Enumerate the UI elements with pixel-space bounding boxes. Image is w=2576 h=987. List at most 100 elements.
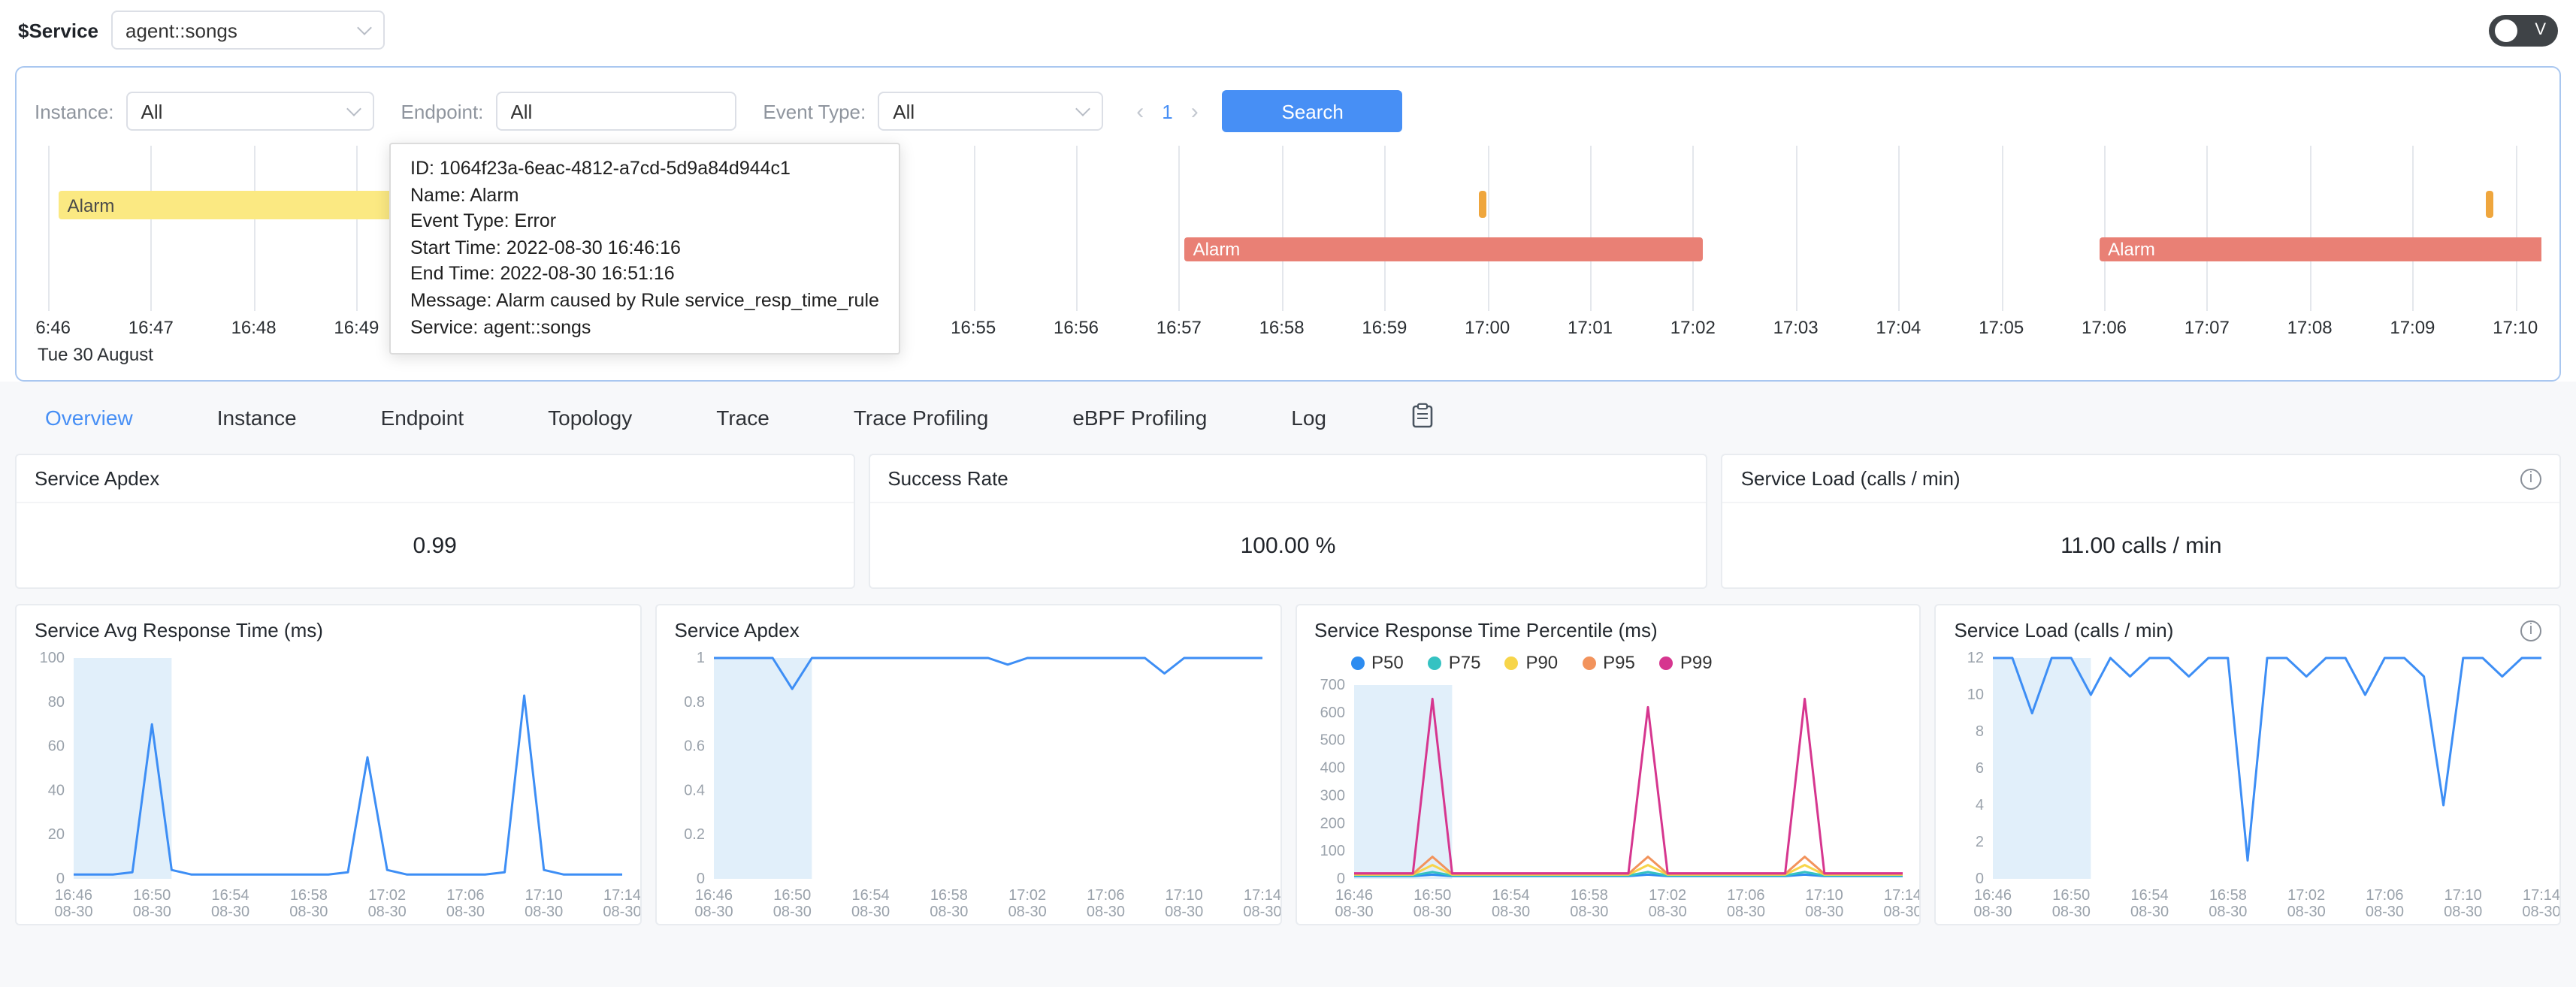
tab-ebpf-profiling[interactable]: eBPF Profiling (1072, 406, 1207, 430)
chart-canvas[interactable]: 00.20.40.60.8116:4608-3016:5008-3016:540… (657, 646, 1280, 924)
endpoint-filter-label: Endpoint: (401, 100, 484, 122)
chart-canvas[interactable]: 02040608010016:4608-3016:5008-3016:5408-… (17, 646, 640, 924)
legend-dot-icon (1582, 656, 1595, 669)
tab-trace-profiling[interactable]: Trace Profiling (854, 406, 989, 430)
svg-text:17:0608-30: 17:0608-30 (1726, 887, 1764, 920)
timeline-gridline (2310, 146, 2311, 311)
tooltip-name-line: Name: Alarm (410, 183, 879, 209)
svg-text:16:5408-30: 16:5408-30 (2130, 887, 2169, 920)
event-tick[interactable] (2486, 191, 2493, 218)
chevron-down-icon (346, 101, 361, 116)
tab-trace[interactable]: Trace (716, 406, 769, 430)
chart-card-service-apdex: Service Apdex 00.20.40.60.8116:4608-3016… (655, 604, 1282, 925)
instance-filter-label: Instance: (35, 100, 114, 122)
chart-avg-response-time[interactable]: 02040608010016:4608-3016:5008-3016:5408-… (17, 646, 640, 924)
event-bar[interactable]: Alarm (2099, 237, 2541, 261)
legend-item[interactable]: P90 (1504, 652, 1558, 673)
svg-text:16:5408-30: 16:5408-30 (1491, 887, 1529, 920)
svg-text:17:0608-30: 17:0608-30 (2366, 887, 2404, 920)
chart-service-apdex[interactable]: 00.20.40.60.8116:4608-3016:5008-3016:540… (657, 646, 1280, 924)
legend-item[interactable]: P99 (1659, 652, 1713, 673)
timeline-gridline (973, 146, 975, 311)
timeline-gridline (1384, 146, 1386, 311)
timeline-gridline (1282, 146, 1283, 311)
timeline-axis-label: 17:10 (2493, 317, 2538, 338)
service-select[interactable]: agent::songs (110, 11, 384, 50)
version-toggle[interactable]: V (2489, 14, 2558, 46)
endpoint-input[interactable] (495, 92, 736, 131)
tooltip-message-line: Message: Alarm caused by Rule service_re… (410, 288, 879, 315)
instance-select[interactable]: All (126, 92, 374, 131)
timeline-gridline (1076, 146, 1078, 311)
svg-text:2: 2 (1976, 834, 1984, 850)
page-number[interactable]: 1 (1162, 100, 1172, 122)
event-panel: Instance: All Endpoint: Event Type: All … (15, 66, 2561, 382)
timeline-gridline (2001, 146, 2003, 311)
prev-page-icon[interactable]: ‹ (1136, 100, 1144, 122)
svg-text:16:5008-30: 16:5008-30 (1413, 887, 1451, 920)
timeline-axis-label: 16:55 (951, 317, 996, 338)
svg-text:0.6: 0.6 (684, 738, 705, 755)
chart-title: Service Avg Response Time (ms) (35, 619, 323, 641)
svg-text:16:5408-30: 16:5408-30 (851, 887, 889, 920)
tooltip-id-line: ID: 1064f23a-6eac-4812-a7cd-5d9a84d944c1 (410, 156, 879, 183)
tab-instance[interactable]: Instance (217, 406, 297, 430)
tooltip-service-line: Service: agent::songs (410, 315, 879, 341)
event-filter-row: Instance: All Endpoint: Event Type: All … (35, 80, 2541, 143)
event-tick[interactable] (1478, 191, 1486, 218)
tab-overview[interactable]: Overview (45, 406, 133, 430)
timeline-axis-label: 17:00 (1465, 317, 1510, 338)
timeline-axis-label: 16:58 (1259, 317, 1305, 338)
chart-title: Service Load (calls / min) (1955, 619, 2174, 641)
timeline-gridline (254, 146, 255, 311)
svg-text:17:1408-30: 17:1408-30 (603, 887, 639, 920)
search-button[interactable]: Search (1223, 90, 1403, 132)
event-bar[interactable]: Alarm (1184, 237, 1704, 261)
chart-title: Service Apdex (675, 619, 800, 641)
svg-text:40: 40 (48, 782, 65, 798)
chart-canvas[interactable]: 02468101216:4608-3016:5008-3016:5408-301… (1937, 646, 2560, 924)
dashboard-list-button[interactable] (1410, 403, 1433, 433)
dashboard: Overview Instance Endpoint Topology Trac… (0, 382, 2576, 987)
stat-title: Service Apdex (35, 467, 159, 490)
legend-dot-icon (1428, 656, 1441, 669)
tab-topology[interactable]: Topology (548, 406, 632, 430)
chart-response-time-percentile[interactable]: 010020030040050060070016:4608-3016:5008-… (1296, 673, 1920, 924)
legend-label: P75 (1449, 652, 1481, 673)
legend-item[interactable]: P95 (1582, 652, 1635, 673)
chart-card-row: Service Avg Response Time (ms) 020406080… (15, 604, 2561, 925)
tooltip-end-time-line: End Time: 2022-08-30 16:51:16 (410, 262, 879, 288)
timeline-gridline (151, 146, 153, 311)
timeline-axis-label: 17:08 (2287, 317, 2333, 338)
chart-canvas[interactable]: 010020030040050060070016:4608-3016:5008-… (1296, 673, 1920, 924)
toggle-label: V (2535, 21, 2546, 39)
page: $Service agent::songs V Instance: All En… (0, 0, 2576, 987)
stat-value: 11.00 calls / min (1723, 503, 2559, 587)
legend-dot-icon (1504, 656, 1518, 669)
next-page-icon[interactable]: › (1191, 100, 1199, 122)
chart-service-load[interactable]: 02468101216:4608-3016:5008-3016:5408-301… (1937, 646, 2560, 924)
svg-text:0: 0 (56, 871, 65, 887)
stat-value: 0.99 (17, 503, 853, 587)
tab-log[interactable]: Log (1291, 406, 1326, 430)
svg-text:1: 1 (696, 650, 704, 666)
timeline-axis-label: 16:47 (128, 317, 174, 338)
clipboard-icon (1410, 403, 1433, 433)
svg-text:100: 100 (40, 650, 65, 666)
event-type-select[interactable]: All (878, 92, 1103, 131)
tab-endpoint[interactable]: Endpoint (381, 406, 464, 430)
svg-text:17:0208-30: 17:0208-30 (1648, 887, 1686, 920)
legend-item[interactable]: P75 (1428, 652, 1481, 673)
timeline-axis-label: 17:05 (1979, 317, 2024, 338)
timeline-gridline (2207, 146, 2209, 311)
info-icon[interactable]: i (2520, 468, 2541, 489)
info-icon[interactable]: i (2520, 620, 2541, 641)
legend-item[interactable]: P50 (1350, 652, 1404, 673)
stat-card-success-rate: Success Rate 100.00 % (868, 454, 1707, 589)
svg-text:0: 0 (1976, 871, 1984, 887)
stat-title: Service Load (calls / min) (1741, 467, 1961, 490)
svg-text:17:1408-30: 17:1408-30 (1882, 887, 1919, 920)
svg-text:0: 0 (1336, 871, 1344, 887)
stat-card-row: Service Apdex 0.99 Success Rate 100.00 %… (15, 454, 2561, 589)
timeline-axis-label: 17:01 (1568, 317, 1613, 338)
